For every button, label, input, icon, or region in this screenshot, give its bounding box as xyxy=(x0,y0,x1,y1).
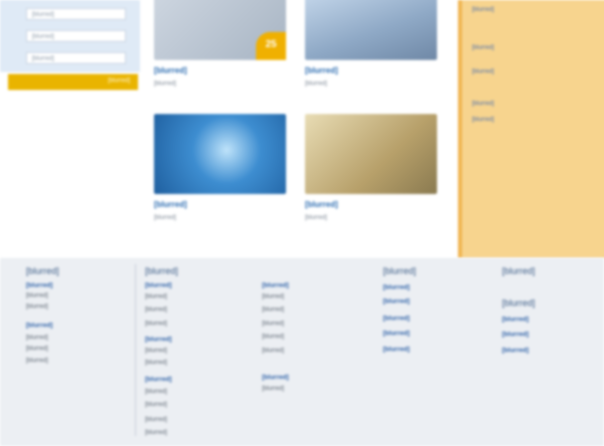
login-submit-button[interactable]: [blurred] xyxy=(8,74,138,90)
footer-link[interactable]: [blurred] xyxy=(502,331,529,338)
tile-2-image xyxy=(305,0,437,60)
sidebar-link-5[interactable]: [blurred] xyxy=(472,116,602,124)
footer-link[interactable]: [blurred] xyxy=(262,282,289,289)
footer-link[interactable]: [blurred] xyxy=(262,307,284,313)
login-field-3[interactable]: [blurred] xyxy=(26,52,126,64)
footer-link[interactable]: [blurred] xyxy=(26,282,53,289)
footer: [blurred] [blurred] [blurred] [blurred] … xyxy=(0,258,604,446)
footer-link[interactable]: [blurred] xyxy=(145,417,167,423)
tile-1-subtitle: [blurred] xyxy=(154,81,177,87)
footer-heading-impressum[interactable]: [blurred] xyxy=(502,298,535,308)
tile-2-title: [blurred] xyxy=(305,66,338,75)
footer-heading-unternehmen: [blurred] xyxy=(383,266,417,276)
login-submit-label: [blurred] xyxy=(107,78,130,84)
tile-4-subtitle: [blurred] xyxy=(305,215,328,221)
footer-link[interactable]: [blurred] xyxy=(383,284,410,291)
footer-link[interactable]: [blurred] xyxy=(262,321,284,327)
footer-link[interactable]: [blurred] xyxy=(262,348,284,354)
news-sidebar: [blurred] [blurred] [blurred] [blurred] … xyxy=(458,0,604,258)
footer-link[interactable]: [blurred] xyxy=(145,294,167,300)
tile-4-title: [blurred] xyxy=(305,200,338,209)
tile-2[interactable]: [blurred] [blurred] xyxy=(305,0,437,88)
footer-heading-angebote: [blurred] xyxy=(145,266,179,276)
tile-3-title: [blurred] xyxy=(154,200,187,209)
footer-link[interactable]: [blurred] xyxy=(145,348,167,354)
login-field-1[interactable]: [blurred] xyxy=(26,8,126,20)
footer-link[interactable]: [blurred] xyxy=(145,389,167,395)
footer-link[interactable]: [blurred] xyxy=(262,386,284,392)
footer-link[interactable]: [blurred] xyxy=(262,294,284,300)
sidebar-link-1[interactable]: [blurred] xyxy=(472,6,602,14)
tile-1-title: [blurred] xyxy=(154,66,187,75)
tile-3-subtitle: [blurred] xyxy=(154,215,177,221)
tile-2-subtitle: [blurred] xyxy=(305,81,328,87)
footer-link[interactable]: [blurred] xyxy=(502,316,529,323)
footer-link[interactable]: [blurred] xyxy=(383,346,410,353)
footer-link[interactable]: [blurred] xyxy=(145,376,172,383)
footer-link[interactable]: [blurred] xyxy=(26,346,48,352)
sidebar-link-3[interactable]: [blurred] xyxy=(472,68,602,76)
footer-link[interactable]: [blurred] xyxy=(262,334,284,340)
footer-link[interactable]: [blurred] xyxy=(26,322,53,329)
footer-link[interactable]: [blurred] xyxy=(26,358,48,364)
tile-4[interactable]: [blurred] [blurred] xyxy=(305,114,437,222)
footer-link[interactable]: [blurred] xyxy=(145,321,167,327)
footer-link[interactable]: [blurred] xyxy=(383,298,410,305)
footer-link[interactable]: [blurred] xyxy=(262,374,289,381)
footer-link[interactable]: [blurred] xyxy=(145,402,167,408)
footer-link[interactable]: [blurred] xyxy=(26,293,48,299)
footer-divider xyxy=(135,264,136,436)
footer-link[interactable]: [blurred] xyxy=(145,430,167,436)
tile-3[interactable]: [blurred] [blurred] xyxy=(154,114,286,222)
login-field-2[interactable]: [blurred] xyxy=(26,30,126,42)
footer-link[interactable]: [blurred] xyxy=(145,336,172,343)
sidebar-link-2[interactable]: [blurred] xyxy=(472,44,602,52)
footer-heading-online: [blurred] xyxy=(26,266,60,276)
footer-heading-my: [blurred] xyxy=(502,266,536,276)
anniversary-badge: 25 xyxy=(256,32,286,60)
tile-1[interactable]: 25 [blurred] [blurred] xyxy=(154,0,286,88)
footer-link[interactable]: [blurred] xyxy=(502,347,529,354)
tile-4-image xyxy=(305,114,437,194)
footer-link[interactable]: [blurred] xyxy=(26,335,48,341)
footer-link[interactable]: [blurred] xyxy=(145,282,172,289)
footer-link[interactable]: [blurred] xyxy=(145,307,167,313)
login-panel: [blurred] [blurred] [blurred] xyxy=(0,0,140,72)
footer-link[interactable]: [blurred] xyxy=(145,360,167,366)
tile-1-image: 25 xyxy=(154,0,286,60)
footer-link[interactable]: [blurred] xyxy=(383,330,410,337)
footer-link[interactable]: [blurred] xyxy=(26,304,48,310)
tile-3-image xyxy=(154,114,286,194)
footer-link[interactable]: [blurred] xyxy=(383,315,410,322)
sidebar-link-4[interactable]: [blurred] xyxy=(472,100,602,108)
